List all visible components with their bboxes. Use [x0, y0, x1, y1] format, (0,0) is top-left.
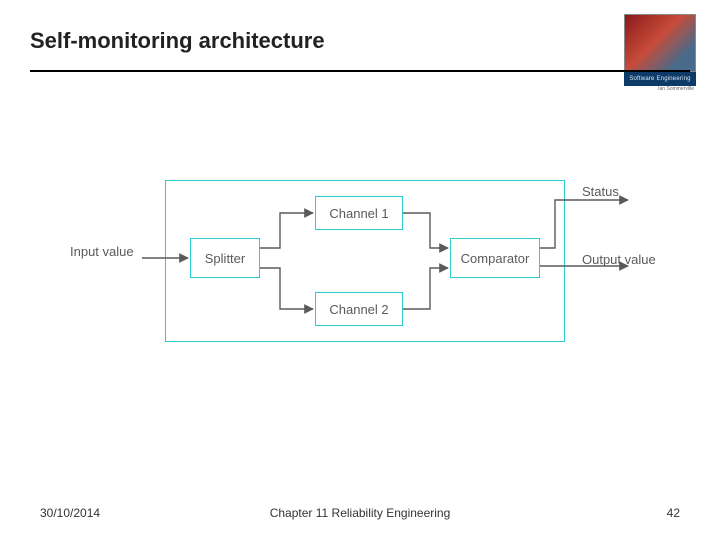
header-divider — [30, 70, 690, 72]
architecture-diagram: Input value Splitter Channel 1 Channel 2… — [70, 170, 660, 360]
book-cover-author: Ian Sommerville — [624, 86, 696, 92]
slide-footer: 30/10/2014 Chapter 11 Reliability Engine… — [40, 506, 680, 520]
slide-header: Self-monitoring architecture — [30, 28, 690, 54]
footer-date: 30/10/2014 — [40, 506, 100, 520]
footer-chapter: Chapter 11 Reliability Engineering — [270, 506, 451, 520]
diagram-arrows — [70, 170, 660, 360]
footer-page-number: 42 — [667, 506, 680, 520]
book-cover-thumbnail: Software Engineering Ian Sommerville — [624, 14, 696, 94]
book-cover-title: Software Engineering — [624, 72, 696, 86]
book-cover-image — [624, 14, 696, 72]
slide-title: Self-monitoring architecture — [30, 28, 690, 54]
slide: Self-monitoring architecture Software En… — [0, 0, 720, 540]
